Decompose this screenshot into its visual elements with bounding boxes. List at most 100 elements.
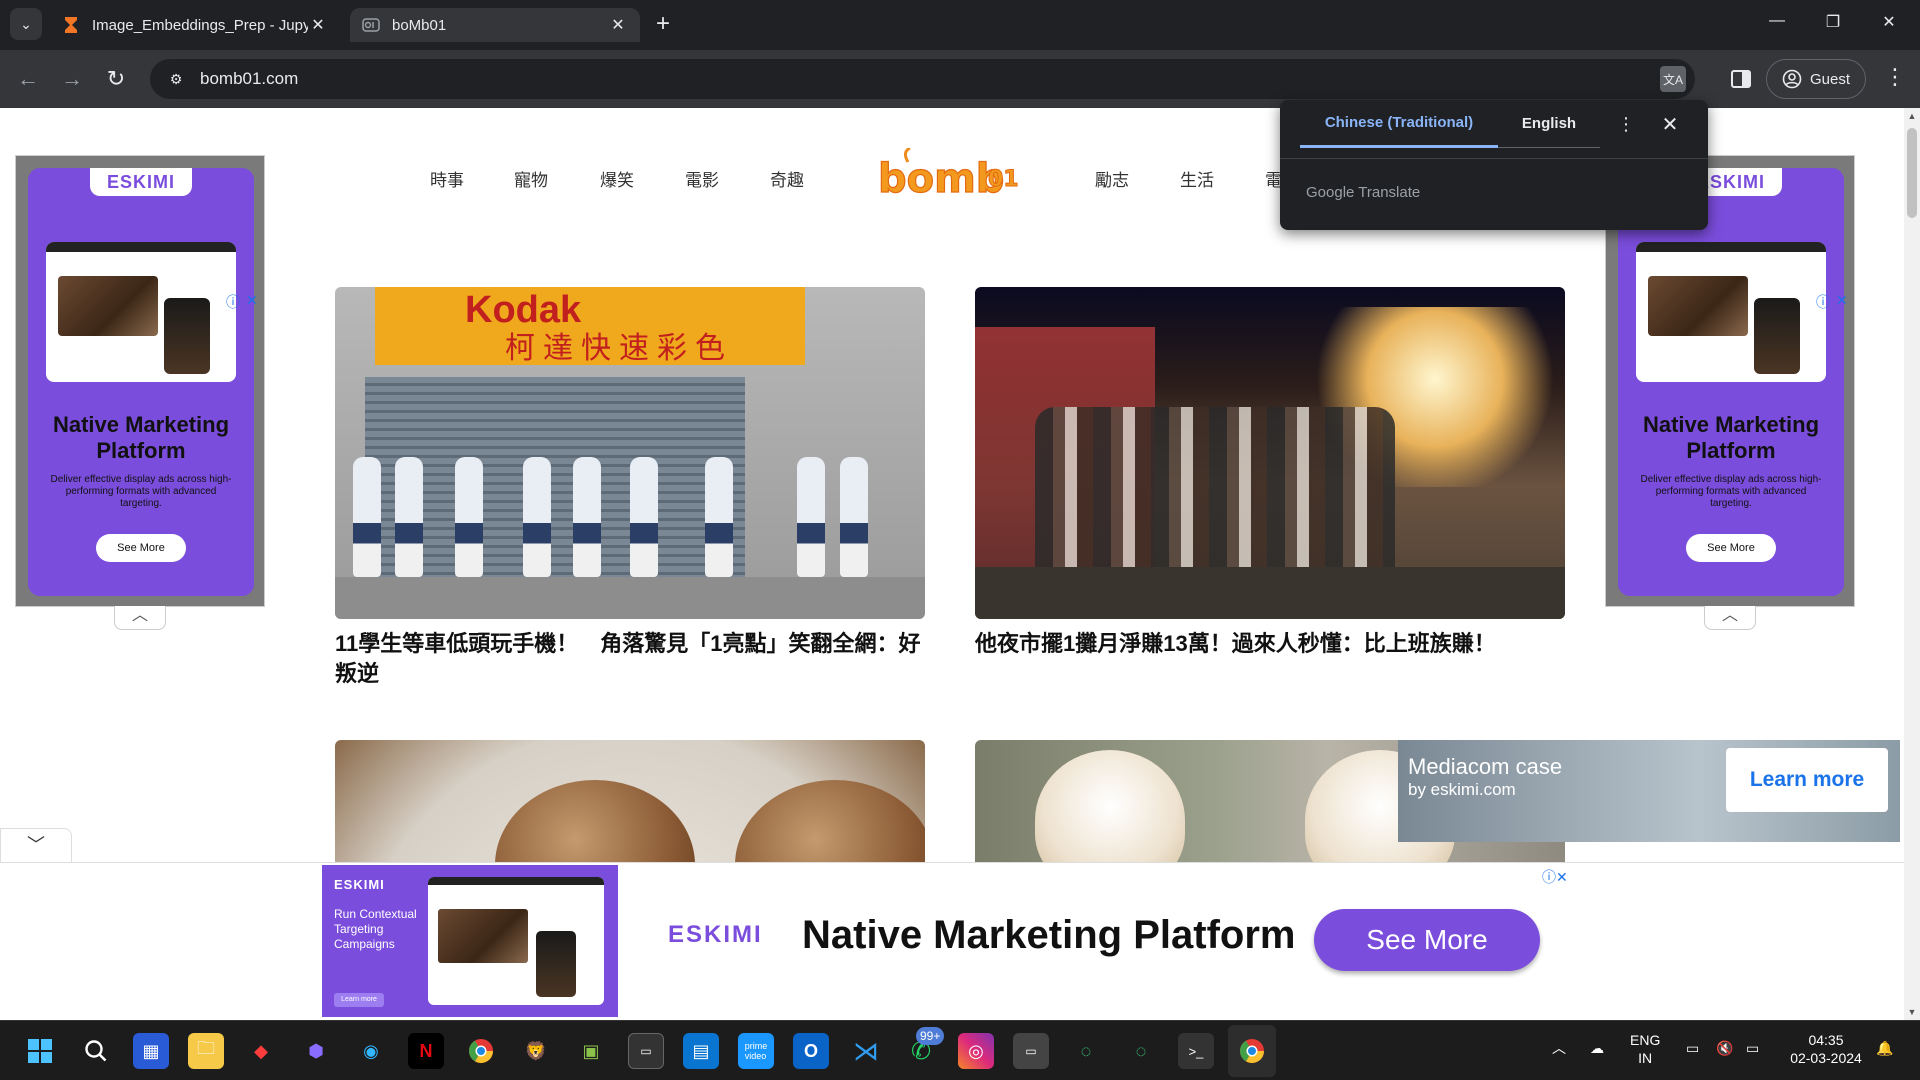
eskimi-logo: ESKIMI [668, 921, 763, 948]
see-more-button[interactable]: See More [1314, 909, 1540, 971]
close-icon[interactable]: ✕ [608, 15, 628, 35]
ad-card[interactable]: ESKIMI Native Marketing Platform Deliver… [1618, 168, 1844, 596]
ad-screenshot-image [46, 242, 236, 382]
minimize-button[interactable]: — [1762, 12, 1792, 30]
vscode-icon[interactable]: ⋊ [848, 1033, 884, 1069]
article-image-night-market[interactable] [975, 287, 1565, 619]
edge-icon[interactable]: ◉ [353, 1033, 389, 1069]
scroll-down-icon[interactable]: ▼ [1904, 1004, 1920, 1020]
tab-bomb01[interactable]: boMb01 ✕ [350, 8, 640, 42]
article-card[interactable]: 他夜市擺1攤月淨賺13萬！過來人秒懂：比上班族賺！ [975, 287, 1565, 659]
volume-muted-icon[interactable]: 🔇 [1716, 1039, 1733, 1057]
url-text[interactable]: bomb01.com [200, 69, 298, 89]
article-card[interactable]: Kodak 柯達快速彩色 11學生等車低頭玩手機！ 角落驚見「1亮點」笑翻全網：好… [335, 287, 925, 689]
search-icon[interactable] [78, 1033, 114, 1069]
address-bar[interactable]: ⚙ bomb01.com [150, 59, 1695, 99]
store-icon[interactable]: ▤ [683, 1033, 719, 1069]
nav-item[interactable]: 生活 [1180, 166, 1214, 191]
prime-video-icon[interactable]: prime video [738, 1033, 774, 1069]
file-explorer-icon[interactable]: 🗀 [188, 1033, 224, 1069]
banner-ad[interactable]: ESKIMI Run Contextual Targeting Campaign… [322, 865, 1576, 1017]
chrome-icon[interactable] [463, 1033, 499, 1069]
ad-close-icon[interactable]: ✕ [1836, 292, 1848, 309]
clock[interactable]: 04:35 02-03-2024 [1786, 1031, 1866, 1067]
bottom-banner-ad: ESKIMI Run Contextual Targeting Campaign… [0, 862, 1904, 1020]
translate-icon[interactable]: 文A [1660, 66, 1686, 92]
loading-ring-icon[interactable]: ◌ [1123, 1033, 1159, 1069]
maximize-button[interactable]: ❐ [1818, 12, 1848, 32]
scroll-up-icon[interactable]: ▲ [1904, 108, 1920, 124]
forward-arrow-icon[interactable]: → [56, 63, 88, 95]
app-diamond-icon[interactable]: ◆ [243, 1033, 279, 1069]
loading-ring-icon[interactable]: ◌ [1068, 1033, 1104, 1069]
netflix-icon[interactable]: N [408, 1033, 444, 1069]
ad-info-icon[interactable]: ⓘ [1816, 292, 1830, 312]
nav-item[interactable]: 時事 [430, 166, 464, 191]
nav-item[interactable]: 勵志 [1095, 166, 1129, 191]
scrollbar-thumb[interactable] [1907, 128, 1917, 218]
close-icon[interactable]: ✕ [1658, 112, 1682, 137]
ad-close-icon[interactable]: ✕ [246, 292, 258, 309]
chrome-active-icon[interactable] [1234, 1033, 1270, 1069]
nav-item[interactable]: 爆笑 [600, 166, 634, 191]
windows-start-icon[interactable] [22, 1033, 58, 1069]
battery-icon[interactable]: ▭ [1746, 1039, 1759, 1057]
chevron-up-icon[interactable]: ︿ [1704, 606, 1756, 630]
tab-jupyter[interactable]: Image_Embeddings_Prep - Jupy ✕ [50, 8, 340, 42]
brave-icon[interactable]: 🦁 [518, 1033, 554, 1069]
language-indicator[interactable]: ENG IN [1630, 1031, 1660, 1067]
chevron-up-icon[interactable]: ︿ [114, 606, 166, 630]
widgets-icon[interactable]: ▦ [133, 1033, 169, 1069]
terminal-window-icon[interactable]: ▭ [628, 1033, 664, 1069]
web-page: 時事 寵物 爆笑 電影 奇趣 勵志 生活 電 bomb 01 ESKIMI Na… [0, 108, 1920, 1020]
reload-icon[interactable]: ↻ [100, 63, 132, 95]
video-overlay-ad[interactable]: Mediacom case by eskimi.com Learn more [1398, 740, 1900, 842]
site-info-icon[interactable]: ⚙ [164, 67, 188, 91]
network-icon[interactable]: ▭ [1686, 1039, 1699, 1057]
tab-source-language[interactable]: Chinese (Traditional) [1300, 100, 1498, 148]
close-icon[interactable]: ✕ [308, 15, 328, 35]
article-headline[interactable]: 他夜市擺1攤月淨賺13萬！過來人秒懂：比上班族賺！ [975, 629, 1565, 659]
instagram-icon[interactable]: ◎ [958, 1033, 994, 1069]
chevron-up-icon[interactable]: ︿ [1552, 1039, 1566, 1057]
new-tab-button[interactable]: + [650, 12, 676, 38]
article-image-students[interactable]: Kodak 柯達快速彩色 [335, 287, 925, 619]
image-viewer-icon[interactable]: ▣ [573, 1033, 609, 1069]
outlook-icon[interactable]: O [793, 1033, 829, 1069]
terminal-icon[interactable]: >_ [1178, 1033, 1214, 1069]
chevron-down-icon[interactable]: ﹀ [0, 828, 72, 862]
app-window-icon[interactable]: ▭ [1013, 1033, 1049, 1069]
see-more-button[interactable]: See More [1686, 534, 1776, 562]
nav-item[interactable]: 奇趣 [770, 166, 804, 191]
side-ad-left[interactable]: ESKIMI Native Marketing Platform Deliver… [15, 155, 265, 607]
see-more-button[interactable]: See More [96, 534, 186, 562]
learn-more-button[interactable]: Learn more [334, 993, 384, 1007]
banner-ad-creative[interactable]: ESKIMI Run Contextual Targeting Campaign… [322, 865, 618, 1017]
nav-item[interactable]: 寵物 [514, 166, 548, 191]
banner-title: Native Marketing Platform [802, 913, 1296, 957]
bomb01-favicon-icon [362, 18, 380, 32]
article-headline[interactable]: 11學生等車低頭玩手機！ 角落驚見「1亮點」笑翻全網：好叛逆 [335, 629, 925, 689]
nav-item[interactable]: 電影 [685, 166, 719, 191]
ad-card[interactable]: ESKIMI Native Marketing Platform Deliver… [28, 168, 254, 596]
tab-title: Image_Embeddings_Prep - Jupy [92, 16, 308, 34]
profile-button[interactable]: Guest [1766, 59, 1866, 99]
bomb01-logo[interactable]: bomb 01 [878, 148, 1020, 202]
back-arrow-icon[interactable]: ← [12, 63, 44, 95]
page-scrollbar[interactable]: ▲ ▼ [1904, 108, 1920, 1020]
person-icon [1782, 69, 1802, 89]
tab-target-language[interactable]: English [1498, 100, 1600, 148]
cloud-icon[interactable]: ☁ [1590, 1039, 1604, 1057]
divider [1280, 158, 1708, 159]
side-panel-icon[interactable] [1726, 64, 1756, 94]
tab-search-button[interactable]: ⌄ [10, 8, 42, 40]
notification-bell-icon[interactable]: 🔔 [1876, 1039, 1893, 1057]
learn-more-button[interactable]: Learn more [1726, 748, 1888, 812]
kebab-menu-icon[interactable]: ⋮ [1616, 114, 1636, 135]
video-ad-title: Mediacom case [1408, 754, 1563, 779]
ad-info-icon[interactable]: ⓘ [226, 292, 240, 312]
kebab-menu-icon[interactable]: ⋮ [1880, 64, 1910, 90]
copilot-icon[interactable]: ⬢ [298, 1033, 334, 1069]
close-window-button[interactable]: ✕ [1874, 12, 1904, 32]
ad-info-close-icon[interactable]: ⓘ✕ [1542, 867, 1568, 887]
